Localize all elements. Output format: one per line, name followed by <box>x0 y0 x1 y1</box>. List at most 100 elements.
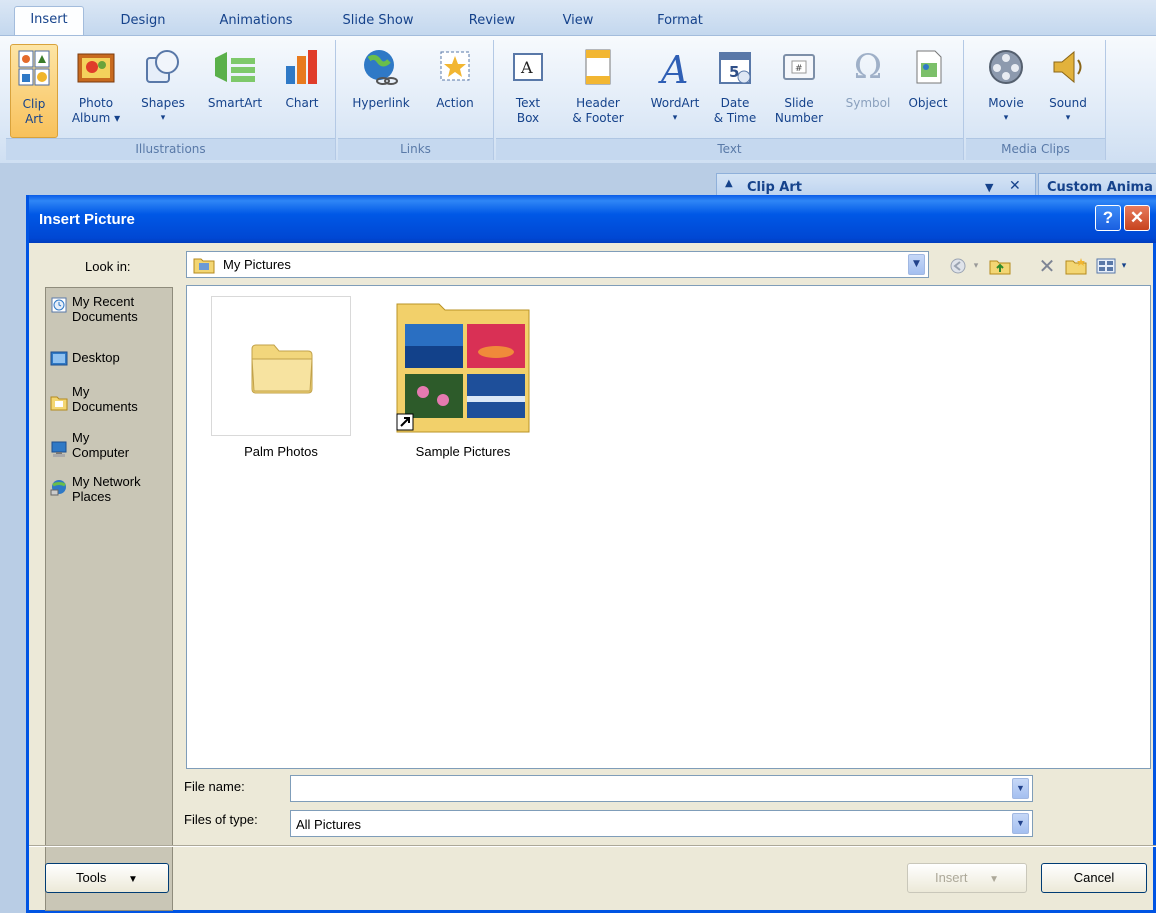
file-name-chevron-down-icon[interactable]: ▼ <box>1012 778 1029 799</box>
slide-number-button[interactable]: # Slide Number <box>768 44 830 126</box>
close-icon[interactable]: ✕ <box>1124 205 1150 231</box>
chart-button[interactable]: Chart <box>276 44 328 111</box>
tools-label: Tools <box>76 870 107 885</box>
list-item[interactable]: Sample Pictures <box>393 296 533 459</box>
look-in-value: My Pictures <box>223 257 291 272</box>
back-dropdown-icon[interactable]: ▾ <box>971 255 981 277</box>
file-name-input[interactable]: ▼ <box>290 775 1033 802</box>
tab-insert[interactable]: Insert <box>14 6 84 37</box>
slide-number-label-2: Number <box>774 111 824 125</box>
chart-icon <box>280 44 324 90</box>
wordart-label: WordArt <box>650 96 700 110</box>
tab-review[interactable]: Review <box>460 10 524 36</box>
tab-format[interactable]: Format <box>645 10 715 36</box>
clip-art-label-1: Clip <box>22 97 46 111</box>
file-name-label: Sample Pictures <box>415 444 511 459</box>
sound-label: Sound <box>1049 96 1087 110</box>
shapes-button[interactable]: Shapes ▾ <box>134 44 192 126</box>
symbol-button[interactable]: Ω Symbol <box>840 44 896 111</box>
media-clips-group-label: Media Clips <box>966 138 1105 160</box>
insert-label: Insert <box>934 870 968 885</box>
pane-move-icon[interactable]: ▲ <box>725 178 733 189</box>
my-documents-icon <box>50 394 68 412</box>
list-item[interactable]: Palm Photos <box>211 296 351 459</box>
folder-thumbnail <box>211 296 351 436</box>
dialog-titlebar[interactable]: Insert Picture ? ✕ <box>29 195 1156 243</box>
tab-view[interactable]: View <box>553 10 603 36</box>
sound-button[interactable]: Sound ▾ <box>1040 44 1096 126</box>
views-dropdown-icon[interactable]: ▾ <box>1119 255 1129 277</box>
look-in-dropdown[interactable]: My Pictures ▼ <box>186 251 929 278</box>
dialog-divider <box>29 845 1156 847</box>
files-of-type-chevron-down-icon[interactable]: ▼ <box>1012 813 1029 834</box>
files-of-type-select[interactable]: All Pictures ▼ <box>290 810 1033 837</box>
slide-number-label-1: Slide <box>784 96 814 110</box>
date-time-label-1: Date <box>720 96 750 110</box>
header-footer-label-1: Header <box>576 96 620 110</box>
header-footer-button[interactable]: Header & Footer <box>562 44 634 126</box>
group-media-clips: Movie ▾ Sound ▾ Media Clips <box>966 40 1106 160</box>
tools-dropdown-icon: ▼ <box>128 874 138 885</box>
views-icon[interactable] <box>1093 255 1119 277</box>
action-icon <box>433 44 477 90</box>
pane-close-icon[interactable]: ✕ <box>1009 178 1021 194</box>
svg-text:#: # <box>795 64 803 74</box>
photo-album-button[interactable]: Photo Album ▾ <box>68 44 124 126</box>
links-group-label: Links <box>338 138 493 160</box>
insert-button[interactable]: Insert ▼ <box>907 863 1027 893</box>
action-button[interactable]: Action <box>424 44 486 111</box>
back-icon[interactable] <box>947 255 969 277</box>
movie-button[interactable]: Movie ▾ <box>978 44 1034 126</box>
pane-options-icon[interactable]: ▼ <box>985 181 993 194</box>
smartart-button[interactable]: SmartArt <box>200 44 270 111</box>
object-label: Object <box>908 96 948 110</box>
calendar-icon: 5 <box>713 44 757 90</box>
hyperlink-button[interactable]: Hyperlink <box>344 44 418 111</box>
smartart-label: SmartArt <box>207 96 263 110</box>
group-text: A Text Box Header & Footer A WordArt ▾ 5 … <box>496 40 964 160</box>
cancel-button[interactable]: Cancel <box>1041 863 1147 893</box>
folder-with-pictures-icon <box>396 303 530 433</box>
pictures-folder-icon <box>193 256 215 277</box>
up-one-level-icon[interactable] <box>987 255 1013 277</box>
look-in-label: Look in: <box>85 259 131 274</box>
omega-icon: Ω <box>853 46 883 87</box>
svg-text:A: A <box>658 48 688 87</box>
date-time-label-2: & Time <box>713 111 757 125</box>
text-group-label: Text <box>496 138 963 160</box>
wordart-button[interactable]: A WordArt ▾ <box>642 44 708 126</box>
place-label: Documents <box>72 399 138 414</box>
place-label: Places <box>72 489 112 504</box>
look-in-chevron-down-icon[interactable]: ▼ <box>908 254 925 275</box>
files-of-type-label: Files of type: <box>184 812 258 827</box>
object-button[interactable]: Object <box>900 44 956 111</box>
tab-slide-show[interactable]: Slide Show <box>333 10 423 36</box>
tools-button[interactable]: Tools ▼ <box>45 863 169 893</box>
shapes-icon <box>141 44 185 90</box>
shapes-dropdown-icon: ▾ <box>160 113 166 123</box>
clip-art-label-2: Art <box>25 112 43 126</box>
clip-art-button[interactable]: Clip Art <box>10 44 58 138</box>
smartart-icon <box>213 44 257 90</box>
shapes-label: Shapes <box>141 96 185 110</box>
dialog-title: Insert Picture <box>39 211 135 228</box>
recent-documents-icon <box>50 296 68 314</box>
date-time-button[interactable]: 5 Date & Time <box>710 44 760 126</box>
help-icon[interactable]: ? <box>1095 205 1121 231</box>
clip-art-icon <box>12 45 56 91</box>
header-footer-icon <box>576 44 620 90</box>
tab-animations[interactable]: Animations <box>208 10 304 36</box>
header-footer-label-2: & Footer <box>572 111 624 125</box>
new-folder-icon[interactable] <box>1063 255 1089 277</box>
file-list-view[interactable]: Palm Photos Sample Pictures <box>186 285 1151 769</box>
svg-text:A: A <box>520 58 533 77</box>
place-label: Documents <box>72 309 138 324</box>
place-label: My Recent <box>72 294 135 309</box>
tab-design[interactable]: Design <box>108 10 178 36</box>
text-box-label-1: Text <box>515 96 541 110</box>
folder-icon <box>251 344 313 394</box>
delete-icon[interactable]: ✕ <box>1035 254 1059 278</box>
file-name-label: Palm Photos <box>244 444 318 459</box>
network-places-icon <box>50 478 68 496</box>
text-box-button[interactable]: A Text Box <box>506 44 550 126</box>
